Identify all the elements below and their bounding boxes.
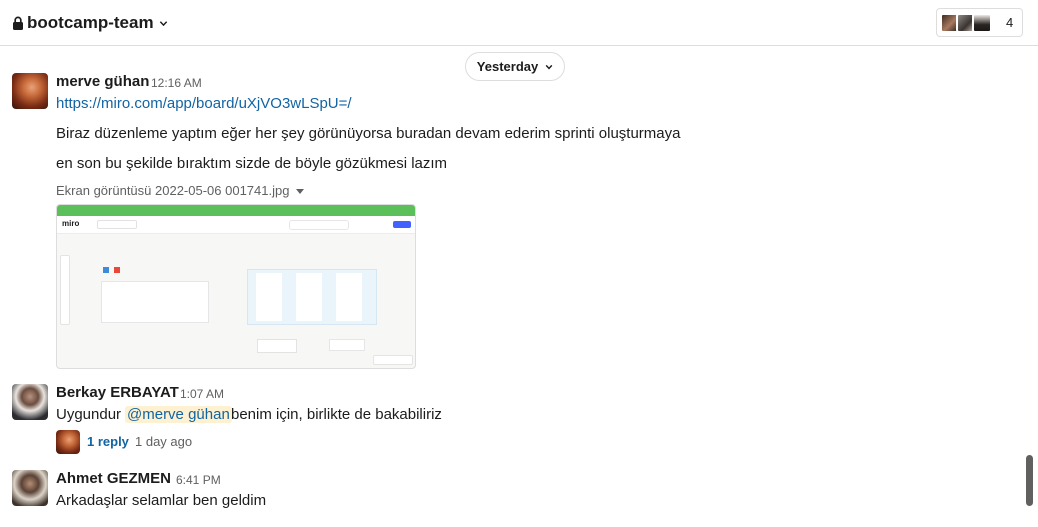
thumb-note bbox=[329, 339, 365, 351]
scrollbar[interactable] bbox=[1026, 455, 1033, 506]
message-text: benim için, birlikte de bakabiliriz bbox=[231, 406, 442, 423]
message-timestamp[interactable]: 1:07 AM bbox=[180, 387, 224, 401]
thumb-column bbox=[256, 273, 282, 321]
avatar[interactable] bbox=[12, 73, 48, 109]
thread-replies-link[interactable]: 1 reply bbox=[87, 434, 129, 449]
miro-logo: miro bbox=[62, 219, 80, 228]
day-divider-button[interactable]: Yesterday bbox=[465, 52, 565, 81]
caret-down-icon bbox=[296, 189, 305, 194]
user-mention[interactable]: @merve gühan bbox=[125, 406, 232, 423]
thumb-column bbox=[336, 273, 362, 321]
members-button[interactable]: 4 bbox=[936, 8, 1023, 37]
day-divider-label: Yesterday bbox=[476, 59, 539, 74]
message-timestamp[interactable]: 12:16 AM bbox=[151, 76, 202, 90]
thumb-share bbox=[393, 221, 411, 228]
member-avatar bbox=[972, 12, 992, 33]
member-count: 4 bbox=[1006, 15, 1014, 30]
lock-icon bbox=[13, 16, 23, 30]
thumb-column bbox=[296, 273, 322, 321]
thumb-zoom bbox=[373, 355, 413, 365]
avatar[interactable] bbox=[12, 384, 48, 420]
message-text: en son bu şekilde bıraktım sizde de böyl… bbox=[56, 155, 448, 172]
thumb-leftbar bbox=[60, 255, 70, 325]
message-author[interactable]: Ahmet GEZMEN bbox=[56, 470, 171, 487]
thread-last-reply-time: 1 day ago bbox=[135, 434, 193, 449]
message-author[interactable]: merve gühan bbox=[56, 73, 149, 90]
thumb-red-square bbox=[114, 267, 120, 273]
thumb-frame bbox=[247, 269, 377, 325]
channel-header: bootcamp-team 4 bbox=[0, 0, 1038, 46]
file-name-label: Ekran görüntüsü 2022-05-06 001741.jpg bbox=[56, 183, 290, 198]
message-text: Biraz düzenleme yaptım eğer her şey görü… bbox=[56, 125, 681, 142]
chevron-down-icon bbox=[545, 64, 553, 70]
thumb-toolbar: miro bbox=[57, 216, 415, 234]
thumb-tools bbox=[289, 220, 349, 230]
thumb-frame bbox=[101, 281, 209, 323]
message-author[interactable]: Berkay ERBAYAT bbox=[56, 384, 179, 401]
thumb-board-pill bbox=[97, 220, 137, 229]
reply-avatar bbox=[56, 430, 80, 454]
avatar[interactable] bbox=[12, 470, 48, 506]
message-text: Arkadaşlar selamlar ben geldim bbox=[56, 492, 267, 509]
message-timestamp[interactable]: 6:41 PM bbox=[176, 473, 221, 487]
thumb-banner bbox=[57, 205, 415, 216]
thumb-note bbox=[257, 339, 297, 353]
image-attachment[interactable]: miro bbox=[56, 204, 416, 369]
channel-name-button[interactable]: bootcamp-team bbox=[12, 11, 168, 35]
thumb-blue-square bbox=[103, 267, 109, 273]
message-link[interactable]: https://miro.com/app/board/uXjVO3wLSpU=/ bbox=[56, 95, 352, 112]
channel-name: bootcamp-team bbox=[27, 13, 154, 32]
file-name-toggle[interactable]: Ekran görüntüsü 2022-05-06 001741.jpg bbox=[56, 183, 305, 198]
chevron-down-icon bbox=[159, 20, 167, 26]
message-text: Uygundur bbox=[56, 406, 122, 423]
